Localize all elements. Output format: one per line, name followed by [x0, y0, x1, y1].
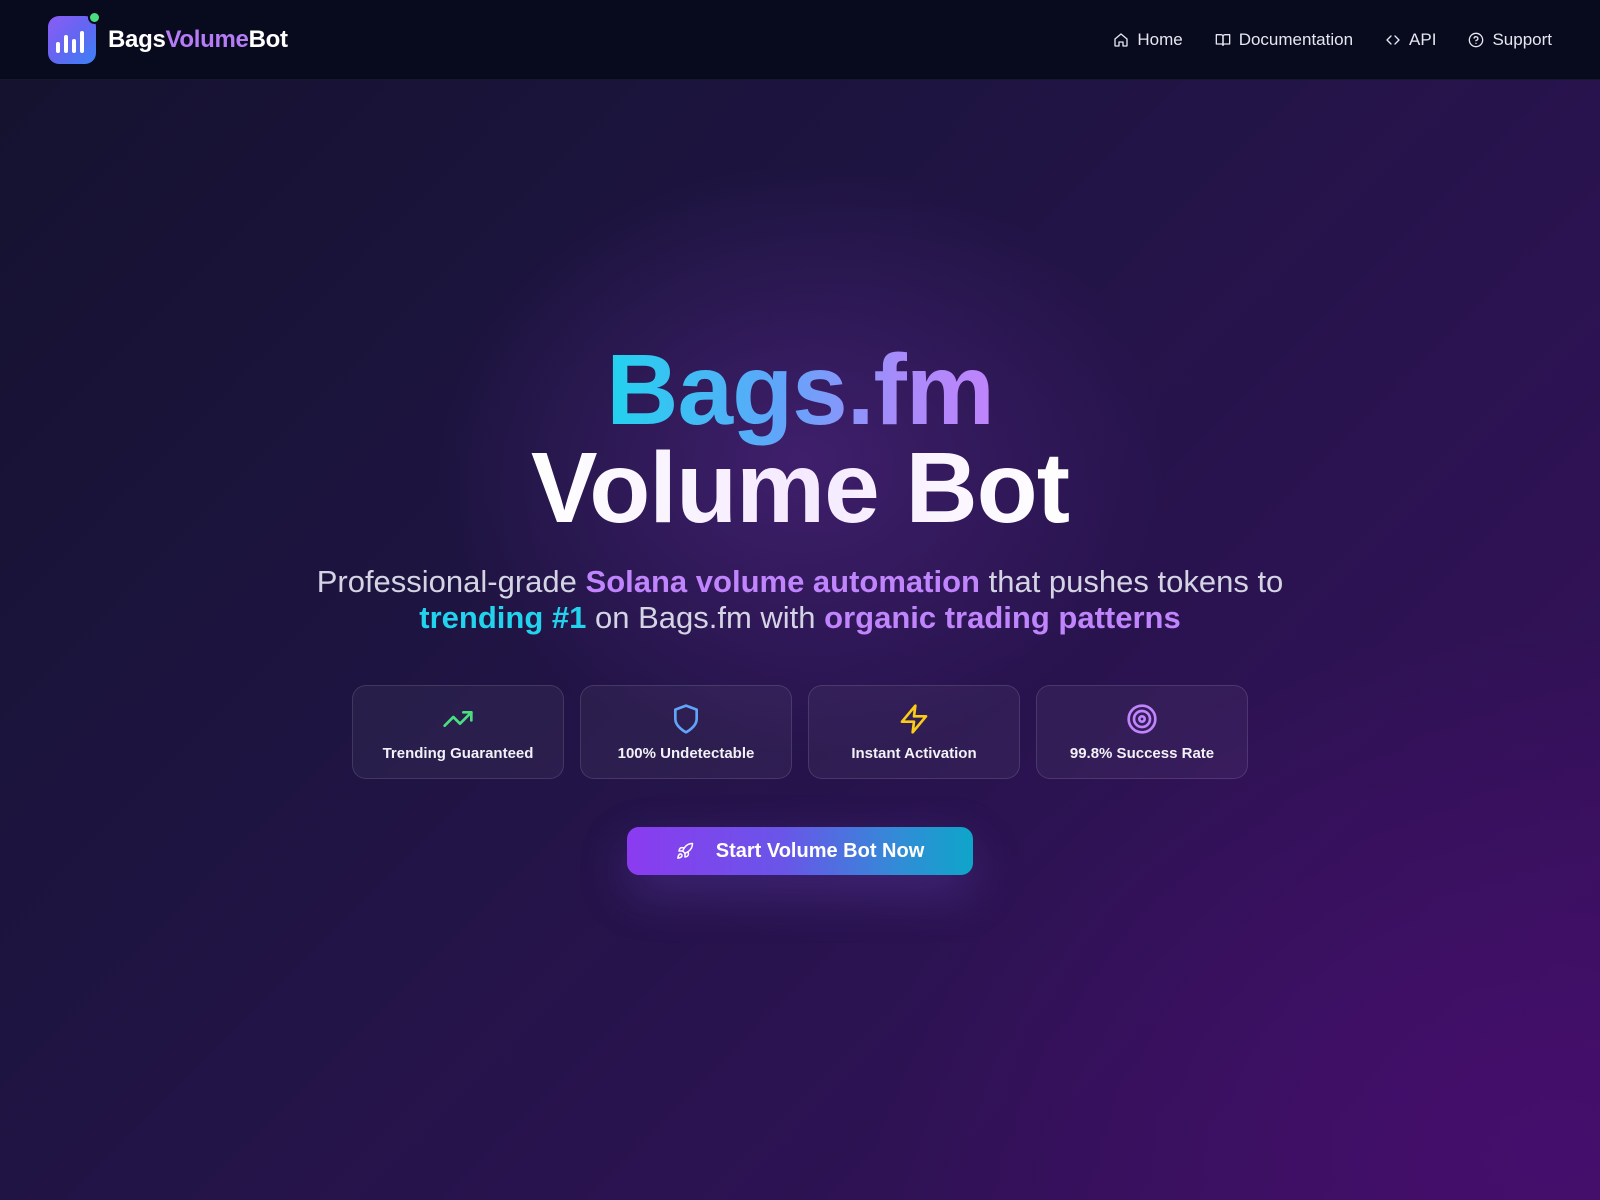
hero-title-gradient-text: Bags.fm	[606, 334, 995, 446]
nav-documentation[interactable]: Documentation	[1215, 30, 1353, 50]
code-icon	[1386, 35, 1400, 45]
brand-name-part3: Bot	[248, 26, 288, 53]
feature-card-undetectable: 100% Undetectable	[580, 685, 792, 779]
feature-card-trending: Trending Guaranteed	[352, 685, 564, 779]
hero-section: Bags.fm Volume Bot Professional-grade So…	[0, 80, 1600, 1200]
subtitle-text-3: on Bags.fm with	[586, 600, 825, 635]
start-volume-bot-label: Start Volume Bot Now	[715, 839, 925, 862]
start-volume-bot-button[interactable]: Start Volume Bot Now	[627, 827, 973, 875]
hero-subtitle: Professional-grade Solana volume automat…	[300, 564, 1300, 636]
brand-name-part1: Bags	[108, 26, 166, 53]
feature-cards: Trending Guaranteed 100% Undetectable In…	[352, 685, 1248, 779]
target-icon	[1127, 703, 1157, 734]
bar-chart-icon	[48, 11, 101, 64]
main-nav: Home Documentation API Support	[1113, 0, 1552, 80]
feature-label-instant: Instant Activation	[851, 744, 977, 762]
hero-title-white-text: Volume Bot	[530, 432, 1070, 544]
feature-label-success: 99.8% Success Rate	[1069, 744, 1215, 762]
top-navbar: BagsVolumeBot Home Documentation API Sup…	[0, 0, 1600, 80]
trending-up-icon	[443, 710, 473, 727]
nav-support-label: Support	[1492, 30, 1552, 49]
feature-card-instant: Instant Activation	[808, 685, 1020, 779]
nav-documentation-label: Documentation	[1238, 30, 1354, 49]
book-icon	[1215, 34, 1231, 46]
hero-title-line1: Bags.fm	[0, 340, 1600, 440]
help-circle-icon	[1469, 32, 1484, 48]
home-icon	[1114, 33, 1129, 47]
feature-card-success: 99.8% Success Rate	[1036, 685, 1248, 779]
shield-icon	[674, 703, 698, 734]
brand-logo[interactable]: BagsVolumeBot	[48, 11, 288, 64]
brand-name-part2: Volume	[165, 26, 249, 53]
hero-title-line2: Volume Bot	[0, 438, 1600, 538]
feature-label-undetectable: 100% Undetectable	[617, 744, 755, 762]
brand-name: BagsVolumeBot	[108, 26, 288, 54]
nav-support[interactable]: Support	[1468, 30, 1552, 50]
subtitle-highlight-trending: trending #1	[419, 600, 587, 635]
nav-api-label: API	[1409, 30, 1437, 49]
status-dot	[88, 11, 101, 24]
feature-label-trending: Trending Guaranteed	[382, 744, 534, 762]
nav-home[interactable]: Home	[1113, 30, 1183, 50]
subtitle-highlight-organic: organic trading patterns	[824, 600, 1181, 635]
rocket-icon	[676, 842, 693, 859]
subtitle-text-2: that pushes tokens to	[979, 564, 1284, 599]
nav-api[interactable]: API	[1385, 30, 1436, 50]
nav-home-label: Home	[1137, 30, 1183, 49]
lightning-icon	[900, 703, 928, 734]
subtitle-highlight-solana: Solana volume automation	[585, 564, 980, 599]
subtitle-text-1: Professional-grade	[316, 564, 586, 599]
